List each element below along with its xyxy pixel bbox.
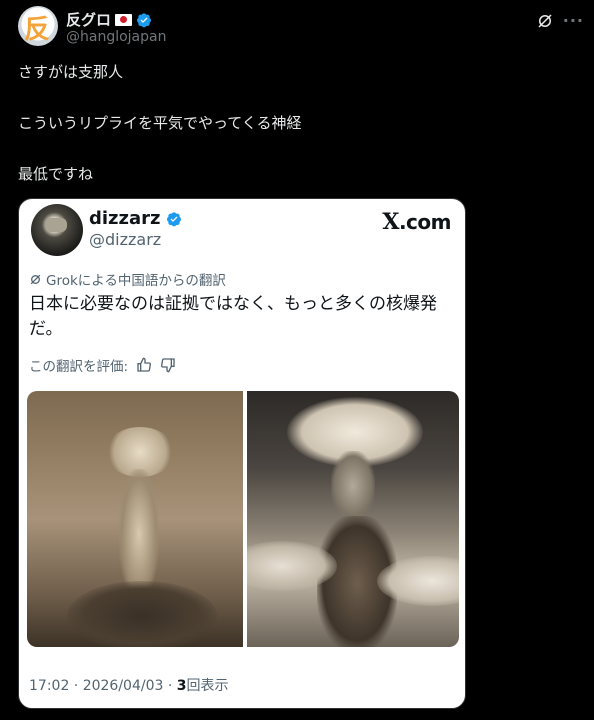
rate-translation-row: この翻訳を評価:: [29, 355, 176, 375]
post-line-2: こういうリプライを平気でやってくる神経: [18, 114, 302, 132]
cloud-stem: [119, 469, 159, 599]
post-timestamp[interactable]: 17:02 · 2026/04/03 ·: [29, 678, 177, 694]
avatar[interactable]: 反: [18, 6, 58, 46]
cloud-stem: [331, 451, 375, 521]
post-line-3: 最低ですね: [18, 165, 94, 183]
view-count: 3: [176, 678, 187, 694]
mushroom-cloud-photo-left[interactable]: [27, 391, 243, 647]
x-logo-mark: X: [382, 209, 399, 235]
author-name-row: 反グロ: [66, 9, 152, 30]
x-com-logo: X.com: [382, 209, 451, 235]
translated-text: 日本に必要なのは証拠ではなく、もっと多くの核爆発だ。: [29, 294, 437, 339]
quoted-avatar[interactable]: [31, 204, 83, 256]
media-gallery[interactable]: [27, 391, 459, 647]
rate-translation-label: この翻訳を評価:: [29, 359, 129, 375]
post-line-1: さすがは支那人: [18, 63, 124, 81]
verified-badge-icon: [137, 12, 152, 27]
quoted-post-card[interactable]: dizzarz @dizzarz X.com Grokによる中国語からの翻訳 日…: [18, 198, 466, 709]
post-metadata: 17:02 · 2026/04/03 · 3回表示: [29, 675, 229, 695]
avatar-glyph: 反: [24, 15, 51, 45]
quoted-display-name[interactable]: dizzarz: [89, 208, 161, 229]
post-body: さすがは支那人 こういうリプライを平気でやってくる神経 最低ですね: [18, 62, 578, 215]
more-icon[interactable]: ···: [563, 11, 584, 30]
post-header: 反 反グロ @hanglojapan ···: [18, 6, 588, 50]
cloud-base: [67, 581, 217, 647]
thumbs-up-icon[interactable]: [136, 357, 152, 373]
quoted-name-row: dizzarz: [89, 208, 182, 229]
author-display-name[interactable]: 反グロ: [66, 9, 111, 30]
grok-icon: [30, 274, 41, 284]
japan-flag-icon: [115, 13, 133, 26]
quoted-handle[interactable]: @dizzarz: [89, 230, 161, 249]
verified-badge-icon: [166, 211, 181, 226]
view-label: 回表示: [186, 678, 229, 694]
mushroom-cloud-photo-right[interactable]: [247, 391, 459, 647]
translation-note: Grokによる中国語からの翻訳: [29, 269, 226, 289]
grok-icon[interactable]: [536, 12, 554, 30]
source-domain-label: .com: [398, 210, 452, 234]
author-handle[interactable]: @hanglojapan: [66, 29, 166, 45]
thumbs-down-icon[interactable]: [160, 357, 176, 373]
translation-note-text: Grokによる中国語からの翻訳: [46, 273, 226, 289]
